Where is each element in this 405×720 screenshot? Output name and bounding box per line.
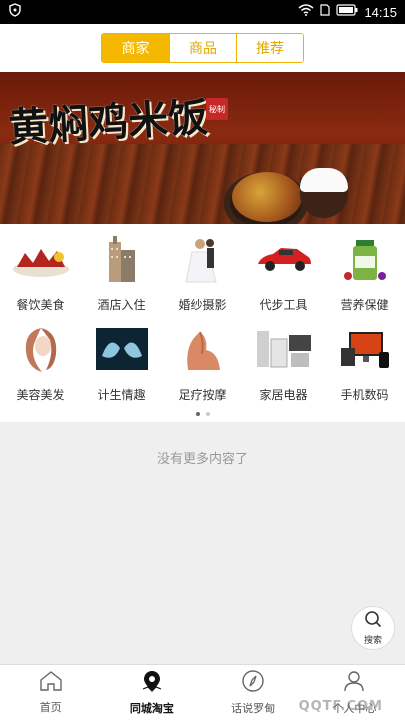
beauty-icon — [9, 324, 73, 374]
hotel-icon — [90, 234, 154, 284]
category-appliance[interactable]: 家居电器 — [243, 324, 324, 414]
tab-recommend[interactable]: 推荐 — [236, 34, 303, 62]
category-label: 足疗按摩 — [178, 388, 227, 402]
bottom-nav: 首页 同城淘宝 话说罗甸 个人中心 QQTF.COM — [0, 664, 405, 720]
wifi-icon — [298, 4, 314, 20]
tab-products[interactable]: 商品 — [169, 34, 236, 62]
no-more-content-text: 没有更多内容了 — [156, 452, 248, 467]
category-label: 婚纱摄影 — [178, 298, 227, 312]
category-supplement[interactable]: 营养保健 — [324, 234, 405, 324]
xray-icon — [90, 324, 154, 374]
category-label: 酒店入住 — [97, 298, 146, 312]
food-icon — [9, 234, 73, 284]
category-grid: 餐饮美食 酒店入住 婚纱摄影 代步工具 营养保健 美容美发 计生情趣 足疗按摩 … — [0, 224, 405, 422]
page-dot — [195, 412, 200, 416]
page-indicator — [0, 412, 405, 416]
search-icon — [364, 610, 382, 632]
nav-local-shop[interactable]: 同城淘宝 — [101, 665, 202, 720]
sim-icon — [320, 4, 331, 20]
appliance-icon — [252, 324, 316, 374]
search-button-label: 搜索 — [363, 636, 382, 646]
map-pin-icon — [140, 669, 164, 697]
braised-chicken-image — [232, 172, 302, 222]
tab-shops[interactable]: 商家 — [102, 34, 169, 62]
wedding-icon — [171, 234, 235, 284]
shield-icon — [8, 3, 22, 21]
category-car[interactable]: 代步工具 — [243, 234, 324, 324]
category-label: 美容美发 — [16, 388, 65, 402]
nav-label: 话说罗甸 — [231, 702, 276, 715]
user-icon — [342, 669, 366, 697]
status-bar: 14:15 — [0, 0, 405, 24]
car-icon — [252, 234, 316, 284]
category-massage[interactable]: 足疗按摩 — [162, 324, 243, 414]
category-food[interactable]: 餐饮美食 — [0, 234, 81, 324]
search-button[interactable]: 搜索 — [351, 606, 395, 650]
banner-stamp: 秘制 — [206, 98, 228, 120]
nav-label: 同城淘宝 — [129, 702, 174, 715]
massage-icon — [171, 324, 235, 374]
segmented-tabs: 商家 商品 推荐 — [101, 33, 304, 63]
battery-icon — [336, 4, 358, 20]
nav-talk-luodian[interactable]: 话说罗甸 — [203, 665, 304, 720]
category-label: 营养保健 — [340, 298, 389, 312]
top-header: 商家 商品 推荐 — [0, 24, 405, 72]
watermark: QQTF.COM — [298, 699, 383, 714]
nav-home[interactable]: 首页 — [0, 665, 101, 720]
banner-title: 黄焖鸡米饭 — [7, 93, 210, 152]
page-dot — [205, 412, 210, 416]
category-beauty[interactable]: 美容美发 — [0, 324, 81, 414]
nav-label: 首页 — [39, 701, 62, 714]
digital-icon — [333, 324, 397, 374]
home-icon — [39, 670, 63, 696]
promo-banner[interactable]: 黄焖鸡米饭 秘制 — [0, 72, 405, 224]
compass-icon — [241, 669, 265, 697]
category-xray[interactable]: 计生情趣 — [81, 324, 162, 414]
category-label: 代步工具 — [259, 298, 308, 312]
category-label: 手机数码 — [340, 388, 389, 402]
status-time: 14:15 — [364, 4, 397, 20]
category-hotel[interactable]: 酒店入住 — [81, 234, 162, 324]
rice-image — [300, 168, 348, 192]
category-label: 家居电器 — [259, 388, 308, 402]
category-label: 餐饮美食 — [16, 298, 65, 312]
category-wedding[interactable]: 婚纱摄影 — [162, 234, 243, 324]
category-digital[interactable]: 手机数码 — [324, 324, 405, 414]
supplement-icon — [333, 234, 397, 284]
category-label: 计生情趣 — [97, 388, 146, 402]
